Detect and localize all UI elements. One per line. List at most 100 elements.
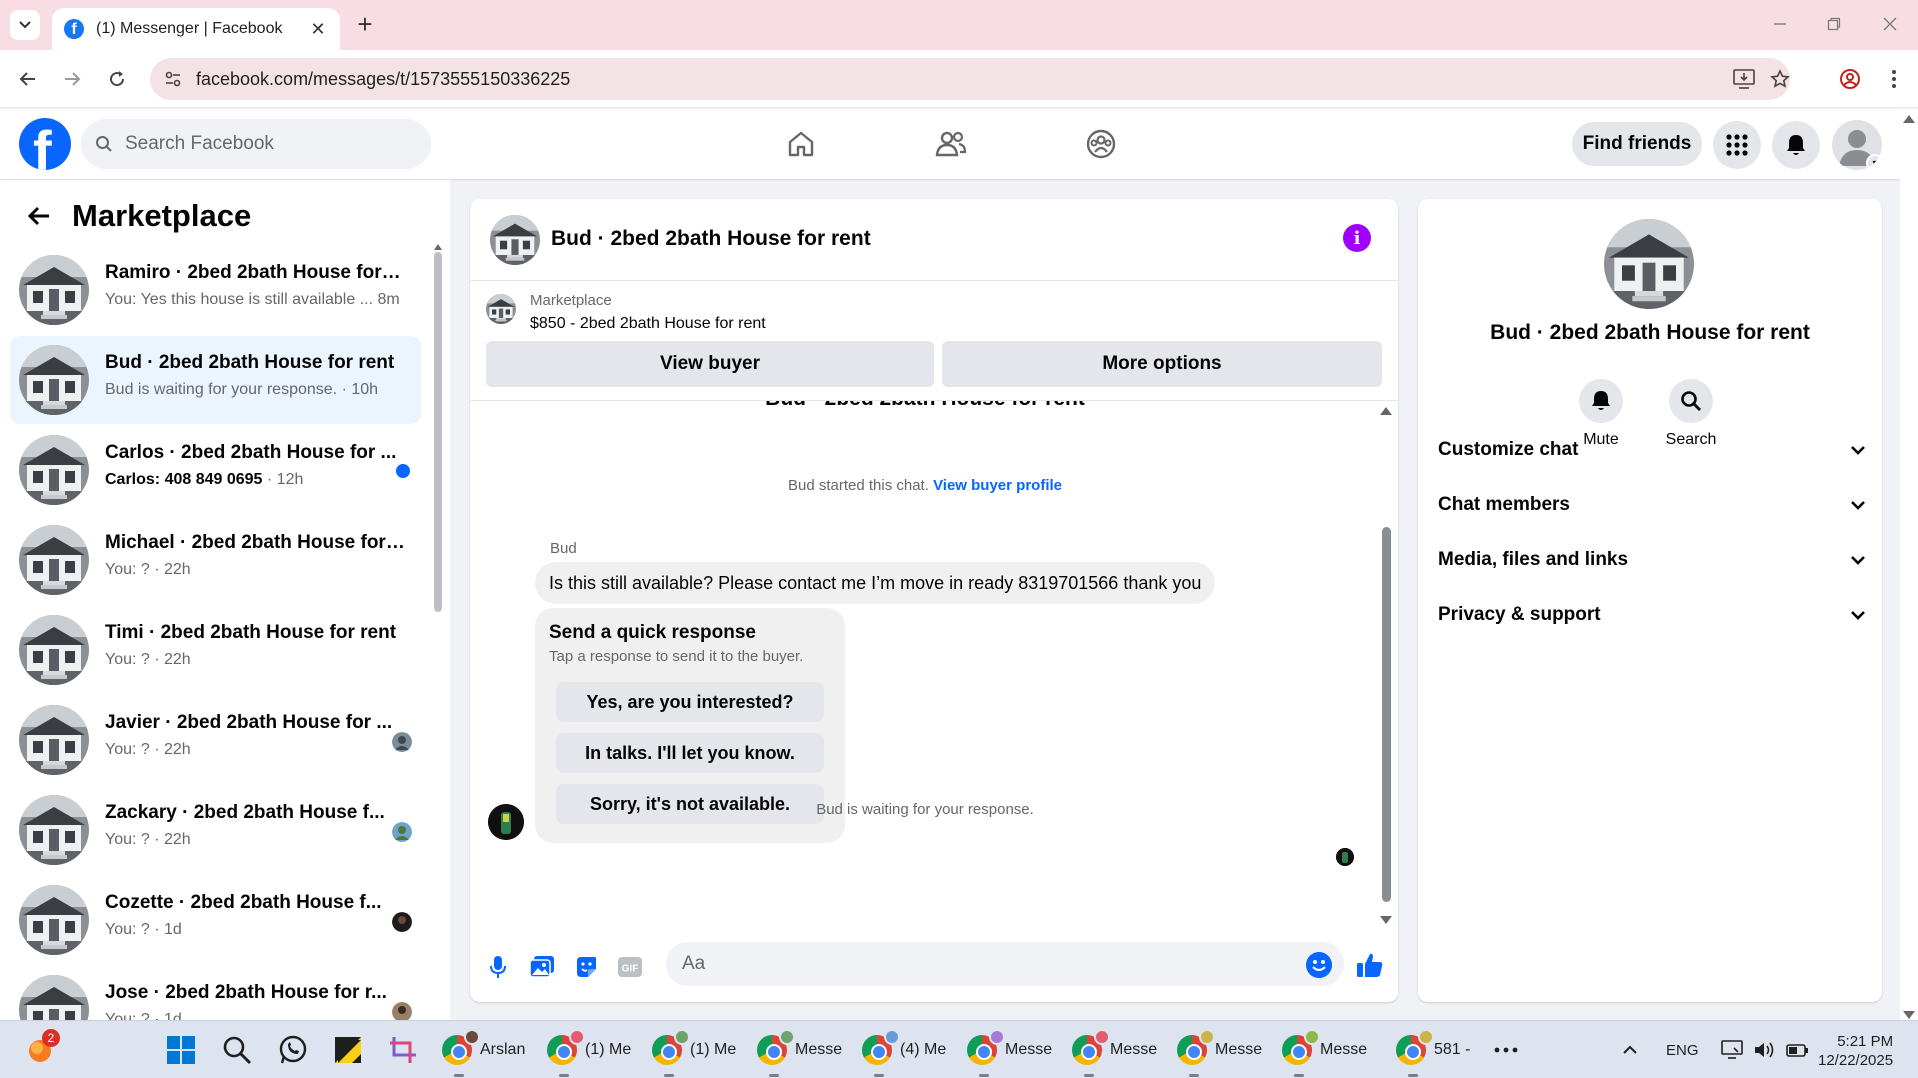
whatsapp-app[interactable] (277, 1029, 309, 1071)
taskbar-chrome-window[interactable]: (1) Me (547, 1029, 641, 1077)
back-button[interactable] (14, 65, 42, 93)
conversation-item[interactable]: Carlos · 2bed 2bath House for ... Carlos… (10, 426, 421, 514)
sidebar-scroll-thumb[interactable] (434, 252, 442, 612)
conversation-item[interactable]: Zackary · 2bed 2bath House f... You: ? ·… (10, 786, 421, 874)
find-friends-button[interactable]: Find friends (1572, 122, 1702, 166)
volume-icon[interactable] (1753, 1040, 1775, 1060)
restore-window-button[interactable] (1820, 12, 1848, 36)
language-indicator[interactable]: ENG (1666, 1042, 1699, 1059)
conversation-item[interactable]: Jose · 2bed 2bath House for r... You: ? … (10, 966, 421, 1020)
taskbar-chrome-window[interactable]: (1) Me (652, 1029, 746, 1077)
quick-response-yes-button[interactable]: Yes, are you interested? (556, 682, 824, 722)
emoji-icon[interactable] (1306, 952, 1332, 978)
friends-nav-button[interactable] (928, 121, 974, 167)
taskbar-chrome-window[interactable]: Arslan (442, 1029, 536, 1077)
facebook-search[interactable] (81, 119, 431, 169)
system-clock[interactable]: 5:21 PM 12/22/2025 (1818, 1032, 1893, 1070)
privacy-support-row[interactable]: Privacy & support (1438, 591, 1866, 639)
minimize-window-button[interactable] (1766, 12, 1794, 36)
arrow-left-icon (27, 206, 49, 226)
taskbar-chrome-window[interactable]: Messe (1072, 1029, 1166, 1077)
reload-button[interactable] (103, 65, 131, 93)
conversation-item[interactable]: Timi · 2bed 2bath House for rent You: ? … (10, 606, 421, 694)
taskbar-chrome-window[interactable]: Messe (1177, 1029, 1271, 1077)
account-avatar[interactable]: ▾ (1832, 120, 1882, 170)
attach-photo-button[interactable] (528, 953, 556, 981)
incoming-message-bubble[interactable]: Is this still available? Please contact … (535, 562, 1216, 604)
conversation-item[interactable]: Cozette · 2bed 2bath House f... You: ? ·… (10, 876, 421, 964)
taskbar-chrome-window[interactable]: Messe (967, 1029, 1061, 1077)
sidebar-scrollbar[interactable] (434, 244, 442, 1026)
groups-nav-button[interactable] (1078, 121, 1124, 167)
conversation-item[interactable]: Michael · 2bed 2bath House for ... You: … (10, 516, 421, 604)
install-app-icon[interactable] (1732, 67, 1756, 91)
voice-clip-button[interactable] (484, 953, 512, 981)
conversation-info-icon[interactable]: i (1343, 224, 1371, 252)
chat-title[interactable]: Bud · 2bed 2bath House for rent (551, 227, 871, 251)
notifications-button[interactable] (1772, 121, 1820, 169)
taskbar-chrome-window[interactable]: Messe (757, 1029, 851, 1077)
details-avatar[interactable] (1604, 219, 1694, 309)
search-in-conversation-button[interactable] (1669, 379, 1713, 423)
browser-tab-messenger[interactable]: f (1) Messenger | Facebook ✕ (52, 8, 340, 50)
running-indicator (1084, 1074, 1094, 1077)
profile-button[interactable] (1836, 65, 1864, 93)
home-nav-button[interactable] (778, 121, 824, 167)
mute-button[interactable] (1579, 379, 1623, 423)
address-bar[interactable]: facebook.com/messages/t/1573555150336225 (150, 58, 1790, 100)
search-facebook-input[interactable] (125, 133, 405, 155)
listing-thumbnail[interactable] (486, 294, 516, 324)
taskbar-chrome-window[interactable]: (4) Me (862, 1029, 956, 1077)
chrome-icon (1177, 1029, 1215, 1065)
chat-members-row[interactable]: Chat members (1438, 481, 1866, 529)
more-options-button[interactable]: More options (942, 341, 1382, 387)
section-label: Privacy & support (1438, 604, 1601, 625)
view-buyer-button[interactable]: View buyer (486, 341, 934, 387)
snipping-tool-app[interactable] (388, 1029, 418, 1071)
conversation-item[interactable]: Javier · 2bed 2bath House for ... You: ?… (10, 696, 421, 784)
page-scrollbar[interactable] (1900, 109, 1918, 1021)
close-window-button[interactable] (1876, 12, 1904, 36)
taskbar-chrome-window[interactable]: Messe (1282, 1029, 1376, 1077)
facebook-logo-icon[interactable]: f (19, 118, 71, 170)
forward-button[interactable] (58, 65, 86, 93)
chevron-up-icon[interactable] (1622, 1045, 1638, 1055)
sticker-button[interactable] (572, 953, 600, 981)
customize-chat-row[interactable]: Customize chat (1438, 426, 1866, 474)
message-input-field[interactable] (666, 942, 1344, 986)
start-button[interactable] (166, 1029, 196, 1071)
tab-search-button[interactable] (10, 10, 40, 40)
view-buyer-profile-link[interactable]: View buyer profile (933, 477, 1062, 494)
thread-scroll-thumb[interactable] (1382, 527, 1391, 902)
conversation-item[interactable]: Ramiro · 2bed 2bath House for r... You: … (10, 246, 421, 334)
scroll-up-arrow-icon (1380, 407, 1392, 415)
chat-avatar[interactable] (490, 215, 540, 265)
conversation-preview: You: ? · 1d (105, 921, 182, 938)
bookmark-star-icon[interactable] (1768, 67, 1792, 91)
send-like-button[interactable] (1356, 951, 1384, 979)
sticky-notes-app[interactable] (334, 1029, 362, 1071)
close-tab-icon[interactable]: ✕ (308, 19, 328, 39)
battery-icon[interactable] (1785, 1040, 1809, 1060)
listing-title[interactable]: $850 - 2bed 2bath House for rent (530, 315, 766, 333)
quick-response-in-talks-button[interactable]: In talks. I'll let you know. (556, 733, 824, 773)
media-files-links-row[interactable]: Media, files and links (1438, 536, 1866, 584)
taskbar-chrome-window[interactable]: 581 - (1396, 1029, 1490, 1077)
site-settings-icon[interactable] (162, 68, 184, 90)
network-icon[interactable] (1720, 1040, 1743, 1060)
chrome-icon (757, 1029, 795, 1065)
conversation-item-active[interactable]: Bud · 2bed 2bath House for rent Bud is w… (10, 336, 421, 424)
browser-menu-button[interactable] (1880, 65, 1908, 93)
taskbar-search-button[interactable] (222, 1029, 252, 1071)
menu-button[interactable] (1713, 121, 1761, 169)
taskbar-overflow-button[interactable] (1494, 1029, 1518, 1071)
weather-widget[interactable]: 2 (26, 1029, 60, 1071)
gif-button[interactable]: GIF (616, 953, 644, 981)
thread-scrollbar[interactable] (1379, 401, 1393, 926)
new-tab-button[interactable]: + (352, 11, 378, 38)
back-arrow-button[interactable] (24, 201, 54, 231)
conversation-preview: Carlos: 408 849 0695 · 12h (105, 471, 405, 489)
scroll-up-arrow-icon (1903, 115, 1915, 123)
gif-icon: GIF (618, 957, 642, 977)
message-input[interactable] (682, 953, 1262, 975)
